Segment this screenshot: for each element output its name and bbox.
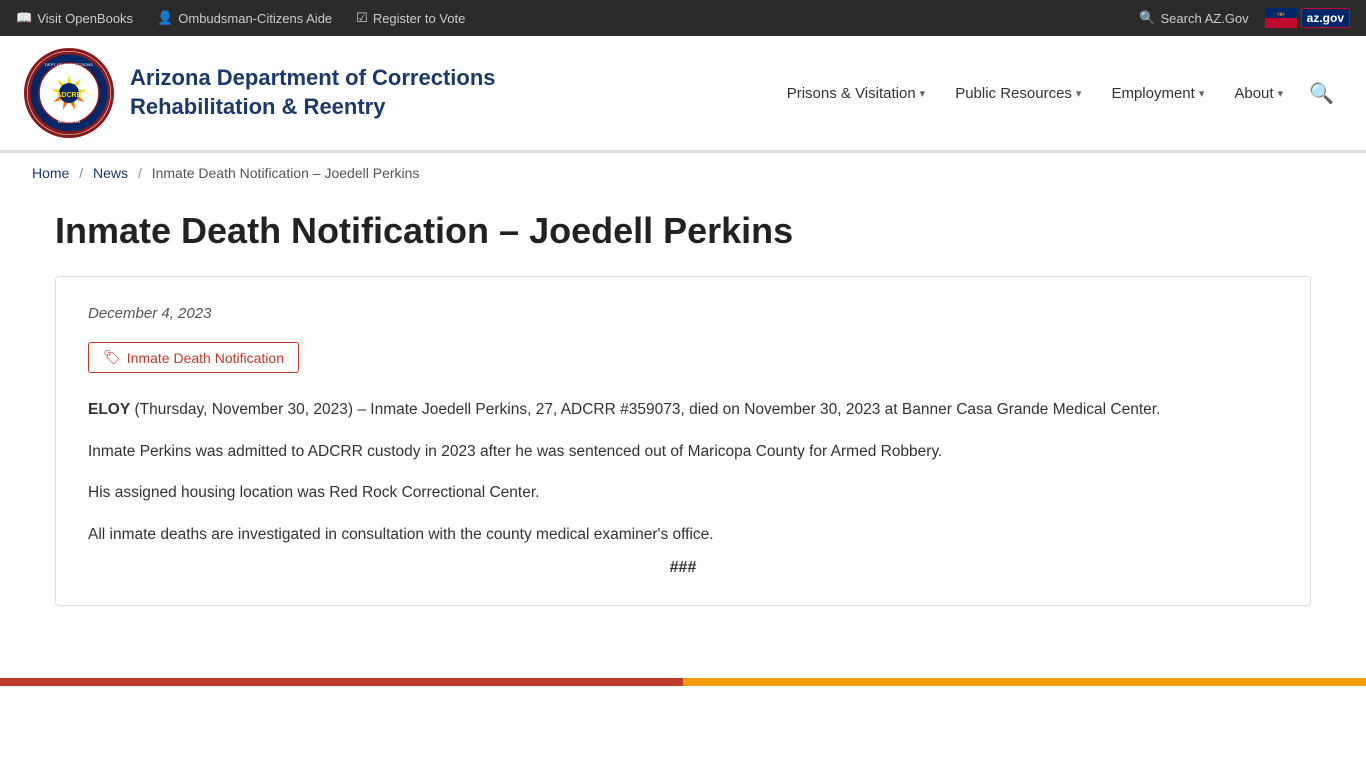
footer-strip <box>0 678 1366 686</box>
tag-icon: 🏷 <box>103 349 121 366</box>
top-bar: 📖 Visit OpenBooks 👤 Ombudsman-Citizens A… <box>0 0 1366 36</box>
article-end-mark: ### <box>88 559 1278 577</box>
article-body: ELOY (Thursday, November 30, 2023) – Inm… <box>88 397 1278 547</box>
breadcrumb-news-link[interactable]: News <box>93 165 128 181</box>
search-az-link[interactable]: 🔍 Search AZ.Gov <box>1139 10 1248 26</box>
article-para-1: ELOY (Thursday, November 30, 2023) – Inm… <box>88 397 1278 423</box>
top-bar-right: 🔍 Search AZ.Gov az.gov <box>1139 8 1350 28</box>
breadcrumb-sep-1: / <box>79 165 83 181</box>
nav-public-resources[interactable]: Public Resources ▾ <box>943 77 1093 110</box>
main-nav: Prisons & Visitation ▾ Public Resources … <box>775 73 1342 114</box>
article-date: December 4, 2023 <box>88 305 1278 322</box>
nav-employment[interactable]: Employment ▾ <box>1099 77 1216 110</box>
svg-text:ARIZONA: ARIZONA <box>58 119 81 125</box>
breadcrumb-current: Inmate Death Notification – Joedell Perk… <box>152 165 420 181</box>
article-para-1-text: (Thursday, November 30, 2023) – Inmate J… <box>135 401 1161 418</box>
tag-label: Inmate Death Notification <box>127 350 284 366</box>
prisons-chevron-icon: ▾ <box>920 87 926 100</box>
logo-circle: ADCRR ARIZONA DEPT OF CORRECTIONS <box>24 48 114 138</box>
az-flag-icon <box>1265 8 1297 28</box>
breadcrumb-home-link[interactable]: Home <box>32 165 69 181</box>
article-para-2: Inmate Perkins was admitted to ADCRR cus… <box>88 439 1278 465</box>
ombudsman-icon: 👤 <box>157 10 173 26</box>
logo-area[interactable]: ADCRR ARIZONA DEPT OF CORRECTIONS Arizon… <box>24 48 496 138</box>
public-resources-chevron-icon: ▾ <box>1076 87 1082 100</box>
register-icon: ☑ <box>356 10 368 26</box>
article-box: December 4, 2023 🏷 Inmate Death Notifica… <box>55 276 1311 606</box>
openbooks-label: Visit OpenBooks <box>37 11 133 26</box>
register-label: Register to Vote <box>373 11 466 26</box>
nav-prisons[interactable]: Prisons & Visitation ▾ <box>775 77 937 110</box>
breadcrumb: Home / News / Inmate Death Notification … <box>0 153 1366 193</box>
azgov-badge[interactable]: az.gov <box>1265 8 1350 28</box>
adcrr-logo-icon: ADCRR ARIZONA DEPT OF CORRECTIONS <box>27 51 111 135</box>
nav-about[interactable]: About ▾ <box>1222 77 1295 110</box>
page-title: Inmate Death Notification – Joedell Perk… <box>55 209 1311 252</box>
register-link[interactable]: ☑ Register to Vote <box>356 10 465 26</box>
search-az-label: Search AZ.Gov <box>1161 11 1249 26</box>
article-para-3: His assigned housing location was Red Ro… <box>88 480 1278 506</box>
azgov-text: az.gov <box>1301 8 1350 28</box>
city-name: ELOY <box>88 401 130 418</box>
search-az-icon: 🔍 <box>1139 10 1155 26</box>
article-para-4: All inmate deaths are investigated in co… <box>88 522 1278 548</box>
openbooks-icon: 📖 <box>16 10 32 26</box>
header: ADCRR ARIZONA DEPT OF CORRECTIONS Arizon… <box>0 36 1366 153</box>
openbooks-link[interactable]: 📖 Visit OpenBooks <box>16 10 133 26</box>
about-chevron-icon: ▾ <box>1278 87 1284 100</box>
top-bar-left: 📖 Visit OpenBooks 👤 Ombudsman-Citizens A… <box>16 10 465 26</box>
employment-chevron-icon: ▾ <box>1199 87 1205 100</box>
org-name: Arizona Department of Corrections Rehabi… <box>130 64 496 121</box>
svg-text:ADCRR: ADCRR <box>56 92 81 99</box>
main-content: Inmate Death Notification – Joedell Perk… <box>23 193 1343 646</box>
svg-text:DEPT OF CORRECTIONS: DEPT OF CORRECTIONS <box>45 62 93 67</box>
nav-search-button[interactable]: 🔍 <box>1301 73 1342 114</box>
ombudsman-label: Ombudsman-Citizens Aide <box>178 11 332 26</box>
tag-button[interactable]: 🏷 Inmate Death Notification <box>88 342 299 373</box>
ombudsman-link[interactable]: 👤 Ombudsman-Citizens Aide <box>157 10 332 26</box>
breadcrumb-sep-2: / <box>138 165 142 181</box>
